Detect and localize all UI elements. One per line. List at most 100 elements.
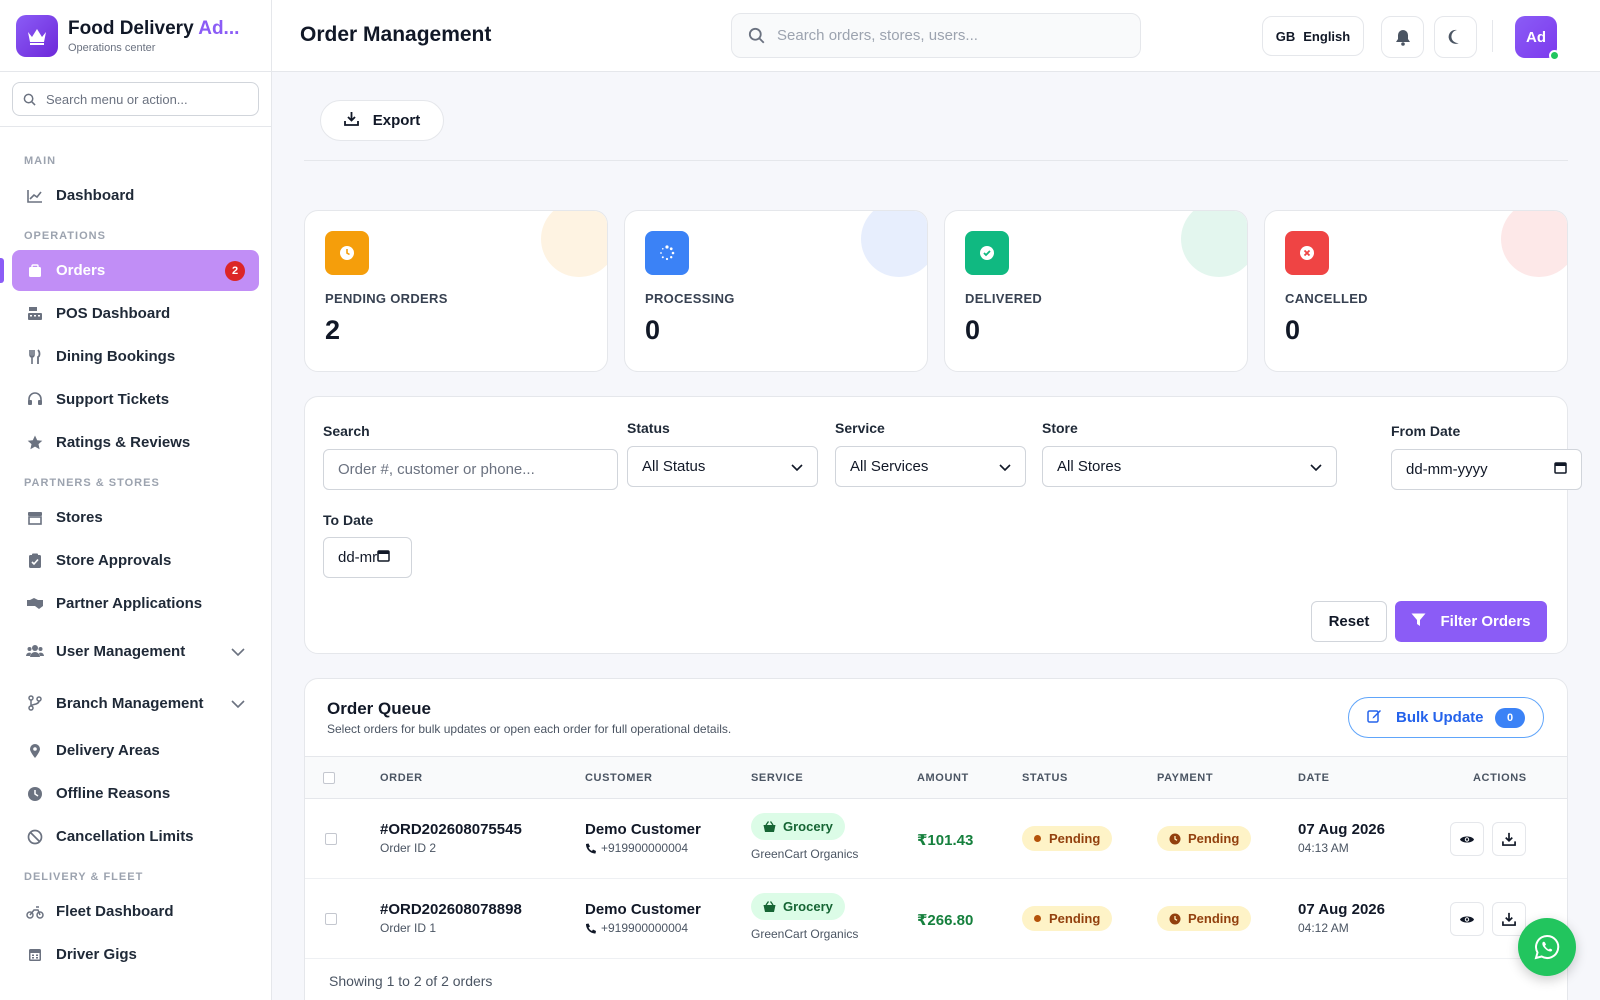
- avatar[interactable]: Ad: [1515, 16, 1560, 61]
- theme-toggle-button[interactable]: [1434, 16, 1477, 58]
- brand: Food Delivery Ad... Operations center: [0, 0, 271, 72]
- cash-register-icon: [26, 305, 44, 323]
- download-invoice-button[interactable]: [1492, 822, 1526, 856]
- customer-phone: +919900000004: [585, 921, 688, 935]
- table-row[interactable]: #ORD202608075545 Order ID 2 Demo Custome…: [305, 799, 1567, 879]
- x-circle-icon: [1285, 231, 1329, 275]
- order-search-input[interactable]: Order #, customer or phone...: [323, 449, 618, 490]
- language-code: GB: [1275, 28, 1296, 44]
- chevron-down-icon: [999, 458, 1011, 475]
- service-badge: Grocery: [751, 893, 845, 920]
- divider: [304, 160, 1568, 161]
- spinner-icon: [645, 231, 689, 275]
- col-date: DATE: [1298, 772, 1330, 784]
- download-invoice-button[interactable]: [1492, 902, 1526, 936]
- view-order-button[interactable]: [1450, 822, 1484, 856]
- col-amount: AMOUNT: [917, 772, 969, 784]
- order-time: 04:12 AM: [1298, 921, 1349, 935]
- queue-subtitle: Select orders for bulk updates or open e…: [327, 722, 732, 736]
- users-icon: [26, 642, 44, 660]
- view-order-button[interactable]: [1450, 902, 1484, 936]
- orders-count-badge: 2: [225, 260, 245, 281]
- order-amount: ₹266.80: [917, 912, 974, 929]
- sidebar-item-partner-applications[interactable]: Partner Applications: [12, 583, 259, 624]
- sidebar-nav: MAIN Dashboard OPERATIONS Orders 2 POS D…: [0, 127, 271, 991]
- service-badge: Grocery: [751, 813, 845, 840]
- phone-icon: [586, 923, 596, 933]
- status-badge: Pending: [1022, 906, 1113, 931]
- filters-panel: Search Order #, customer or phone... Sta…: [304, 396, 1582, 654]
- sidebar-item-fleet-dashboard[interactable]: Fleet Dashboard: [12, 891, 259, 932]
- order-number[interactable]: #ORD202608078898: [380, 901, 522, 918]
- select-all-checkbox[interactable]: [323, 772, 335, 784]
- order-amount: ₹101.43: [917, 832, 974, 849]
- sidebar-item-support-tickets[interactable]: Support Tickets: [12, 379, 259, 420]
- payment-badge: Pending: [1157, 826, 1252, 851]
- whatsapp-chat-button[interactable]: [1518, 918, 1576, 976]
- ban-icon: [26, 828, 44, 846]
- sidebar-item-cancellation-limits[interactable]: Cancellation Limits: [12, 816, 259, 857]
- sidebar-item-dashboard[interactable]: Dashboard: [12, 175, 259, 216]
- store-name: GreenCart Organics: [751, 927, 859, 941]
- row-checkbox[interactable]: [325, 913, 337, 925]
- stat-label: PROCESSING: [645, 291, 735, 306]
- sidebar-item-driver-gigs[interactable]: Driver Gigs: [12, 934, 259, 975]
- page-title: Order Management: [300, 23, 492, 46]
- customer-phone: +919900000004: [585, 841, 688, 855]
- bulk-count-badge: 0: [1495, 707, 1525, 728]
- sidebar-item-offline-reasons[interactable]: Offline Reasons: [12, 773, 259, 814]
- stat-card-pending: PENDING ORDERS 2: [304, 210, 608, 372]
- store-name: GreenCart Organics: [751, 847, 859, 861]
- search-icon: [748, 27, 765, 44]
- sidebar-item-delivery-areas[interactable]: Delivery Areas: [12, 730, 259, 771]
- row-checkbox[interactable]: [325, 833, 337, 845]
- sidebar-item-user-management[interactable]: User Management: [12, 626, 259, 676]
- table-row[interactable]: #ORD202608078898 Order ID 1 Demo Custome…: [305, 879, 1567, 959]
- stat-card-delivered: DELIVERED 0: [944, 210, 1248, 372]
- to-date-input[interactable]: dd-mr: [323, 537, 412, 578]
- to-date-label: To Date: [323, 512, 374, 528]
- stat-value: 0: [965, 315, 981, 345]
- bulk-update-button[interactable]: Bulk Update 0: [1348, 697, 1544, 738]
- store-filter-label: Store: [1042, 420, 1078, 436]
- sidebar-item-ratings-reviews[interactable]: Ratings & Reviews: [12, 422, 259, 463]
- filter-icon: [1411, 613, 1426, 631]
- sidebar-item-branch-management[interactable]: Branch Management: [12, 678, 259, 728]
- store-select[interactable]: All Stores: [1042, 446, 1337, 487]
- from-date-input[interactable]: dd-mm-yyyy: [1391, 449, 1582, 490]
- language-selector[interactable]: GB English: [1262, 16, 1364, 56]
- filter-orders-button[interactable]: Filter Orders: [1395, 601, 1547, 642]
- export-button[interactable]: Export: [320, 100, 444, 141]
- brand-subtitle: Operations center: [68, 41, 156, 54]
- stat-value: 0: [1285, 315, 1301, 345]
- order-id: Order ID 1: [380, 921, 437, 935]
- sidebar-item-dining-bookings[interactable]: Dining Bookings: [12, 336, 259, 377]
- reset-button[interactable]: Reset: [1311, 601, 1387, 642]
- sidebar-search-input[interactable]: Search menu or action...: [12, 82, 259, 116]
- clock-icon: [1169, 833, 1181, 844]
- sidebar-item-pos-dashboard[interactable]: POS Dashboard: [12, 293, 259, 334]
- col-actions: ACTIONS: [1473, 772, 1527, 784]
- sidebar-item-store-approvals[interactable]: Store Approvals: [12, 540, 259, 581]
- online-status-dot: [1549, 50, 1560, 61]
- order-id: Order ID 2: [380, 841, 437, 855]
- notifications-button[interactable]: [1381, 16, 1424, 58]
- sidebar: Food Delivery Ad... Operations center Se…: [0, 0, 272, 1000]
- order-date: 07 Aug 2026: [1298, 901, 1385, 918]
- stat-label: PENDING ORDERS: [325, 291, 448, 306]
- col-order: ORDER: [380, 772, 423, 784]
- service-select[interactable]: All Services: [835, 446, 1026, 487]
- sidebar-item-orders[interactable]: Orders 2: [0, 250, 259, 291]
- stat-card-processing: PROCESSING 0: [624, 210, 928, 372]
- phone-icon: [586, 843, 596, 853]
- star-icon: [26, 434, 44, 452]
- global-search-input[interactable]: Search orders, stores, users...: [731, 13, 1141, 58]
- stat-value: 0: [645, 315, 661, 345]
- download-icon: [1502, 832, 1516, 846]
- service-filter-label: Service: [835, 420, 885, 436]
- status-select[interactable]: All Status: [627, 446, 818, 487]
- main-content: Export PENDING ORDERS 2 PROCESSING 0 DEL…: [272, 72, 1600, 1000]
- sidebar-item-stores[interactable]: Stores: [12, 497, 259, 538]
- order-number[interactable]: #ORD202608075545: [380, 821, 522, 838]
- chevron-down-icon: [791, 458, 803, 475]
